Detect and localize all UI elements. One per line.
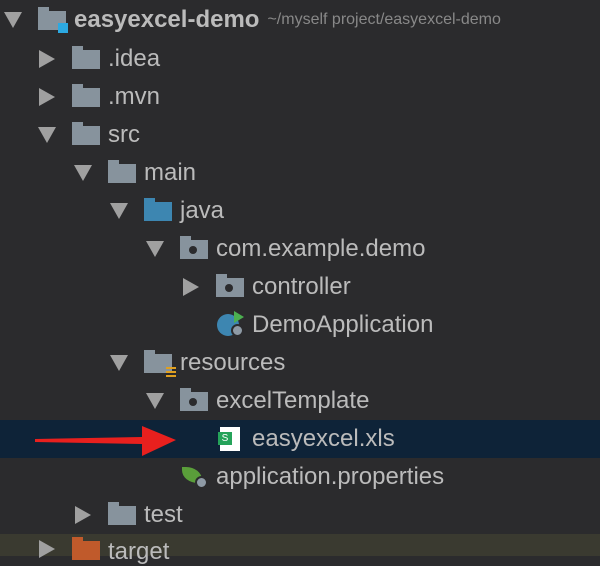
folder-icon (72, 46, 100, 71)
tree-item-controller[interactable]: controller (0, 268, 600, 306)
folder-icon (72, 122, 100, 147)
chevron-down-icon[interactable] (36, 124, 58, 146)
spring-boot-class-icon (216, 311, 244, 337)
tree-item-label: target (108, 538, 170, 565)
tree-item-package[interactable]: com.example.demo (0, 230, 600, 268)
module-folder-icon (38, 7, 68, 33)
folder-icon (108, 502, 136, 527)
tree-item-application-properties[interactable]: application.properties (0, 458, 600, 496)
chevron-down-icon[interactable] (144, 390, 166, 412)
spreadsheet-file-icon: S (216, 427, 244, 451)
tree-item-label: controller (252, 273, 351, 300)
tree-item-java[interactable]: java (0, 192, 600, 230)
resources-folder-icon (144, 350, 176, 377)
chevron-right-icon[interactable] (36, 86, 58, 108)
tree-item-label: easyexcel-demo (74, 6, 260, 33)
tree-item-label: test (144, 501, 183, 528)
tree-item-label: easyexcel.xls (252, 425, 395, 452)
tree-item-resources[interactable]: resources (0, 344, 600, 382)
tree-item-root[interactable]: easyexcel-demo ~/myself project/easyexce… (0, 1, 600, 39)
tree-item-label: resources (180, 349, 286, 376)
chevron-down-icon[interactable] (72, 162, 94, 184)
tree-item-target[interactable]: target (0, 534, 600, 565)
tree-item-mvn[interactable]: .mvn (0, 78, 600, 116)
source-folder-icon (144, 198, 172, 223)
tree-item-label: main (144, 159, 197, 186)
folder-icon (108, 160, 136, 185)
tree-item-excel-template[interactable]: excelTemplate (0, 382, 600, 420)
package-icon (180, 236, 208, 261)
package-icon (216, 274, 244, 299)
tree-item-demo-application[interactable]: DemoApplication (0, 306, 600, 344)
chevron-right-icon[interactable] (36, 538, 58, 560)
chevron-right-icon[interactable] (36, 48, 58, 70)
spreadsheet-letter: S (218, 432, 232, 445)
tree-item-label: .idea (108, 45, 161, 72)
chevron-down-icon[interactable] (108, 352, 130, 374)
tree-item-label: application.properties (216, 463, 445, 490)
tree-item-test[interactable]: test (0, 496, 600, 534)
tree-item-label: java (180, 197, 225, 224)
tree-item-label: DemoApplication (252, 311, 434, 338)
tree-item-main[interactable]: main (0, 154, 600, 192)
project-path: ~/myself project/easyexcel-demo (267, 11, 501, 28)
chevron-right-icon[interactable] (72, 504, 94, 526)
folder-icon (72, 84, 100, 109)
tree-item-idea[interactable]: .idea (0, 40, 600, 78)
excluded-folder-icon (72, 537, 100, 562)
tree-item-label: com.example.demo (216, 235, 426, 262)
tree-item-label: excelTemplate (216, 387, 370, 414)
package-icon (180, 388, 208, 413)
tree-item-src[interactable]: src (0, 116, 600, 154)
tree-item-label: .mvn (108, 83, 161, 110)
tree-item-label: src (108, 121, 140, 148)
red-annotation-arrow (35, 426, 176, 456)
chevron-down-icon[interactable] (108, 200, 130, 222)
chevron-right-icon[interactable] (180, 276, 202, 298)
spring-properties-icon (180, 465, 208, 489)
chevron-down-icon[interactable] (2, 9, 24, 31)
chevron-down-icon[interactable] (144, 238, 166, 260)
